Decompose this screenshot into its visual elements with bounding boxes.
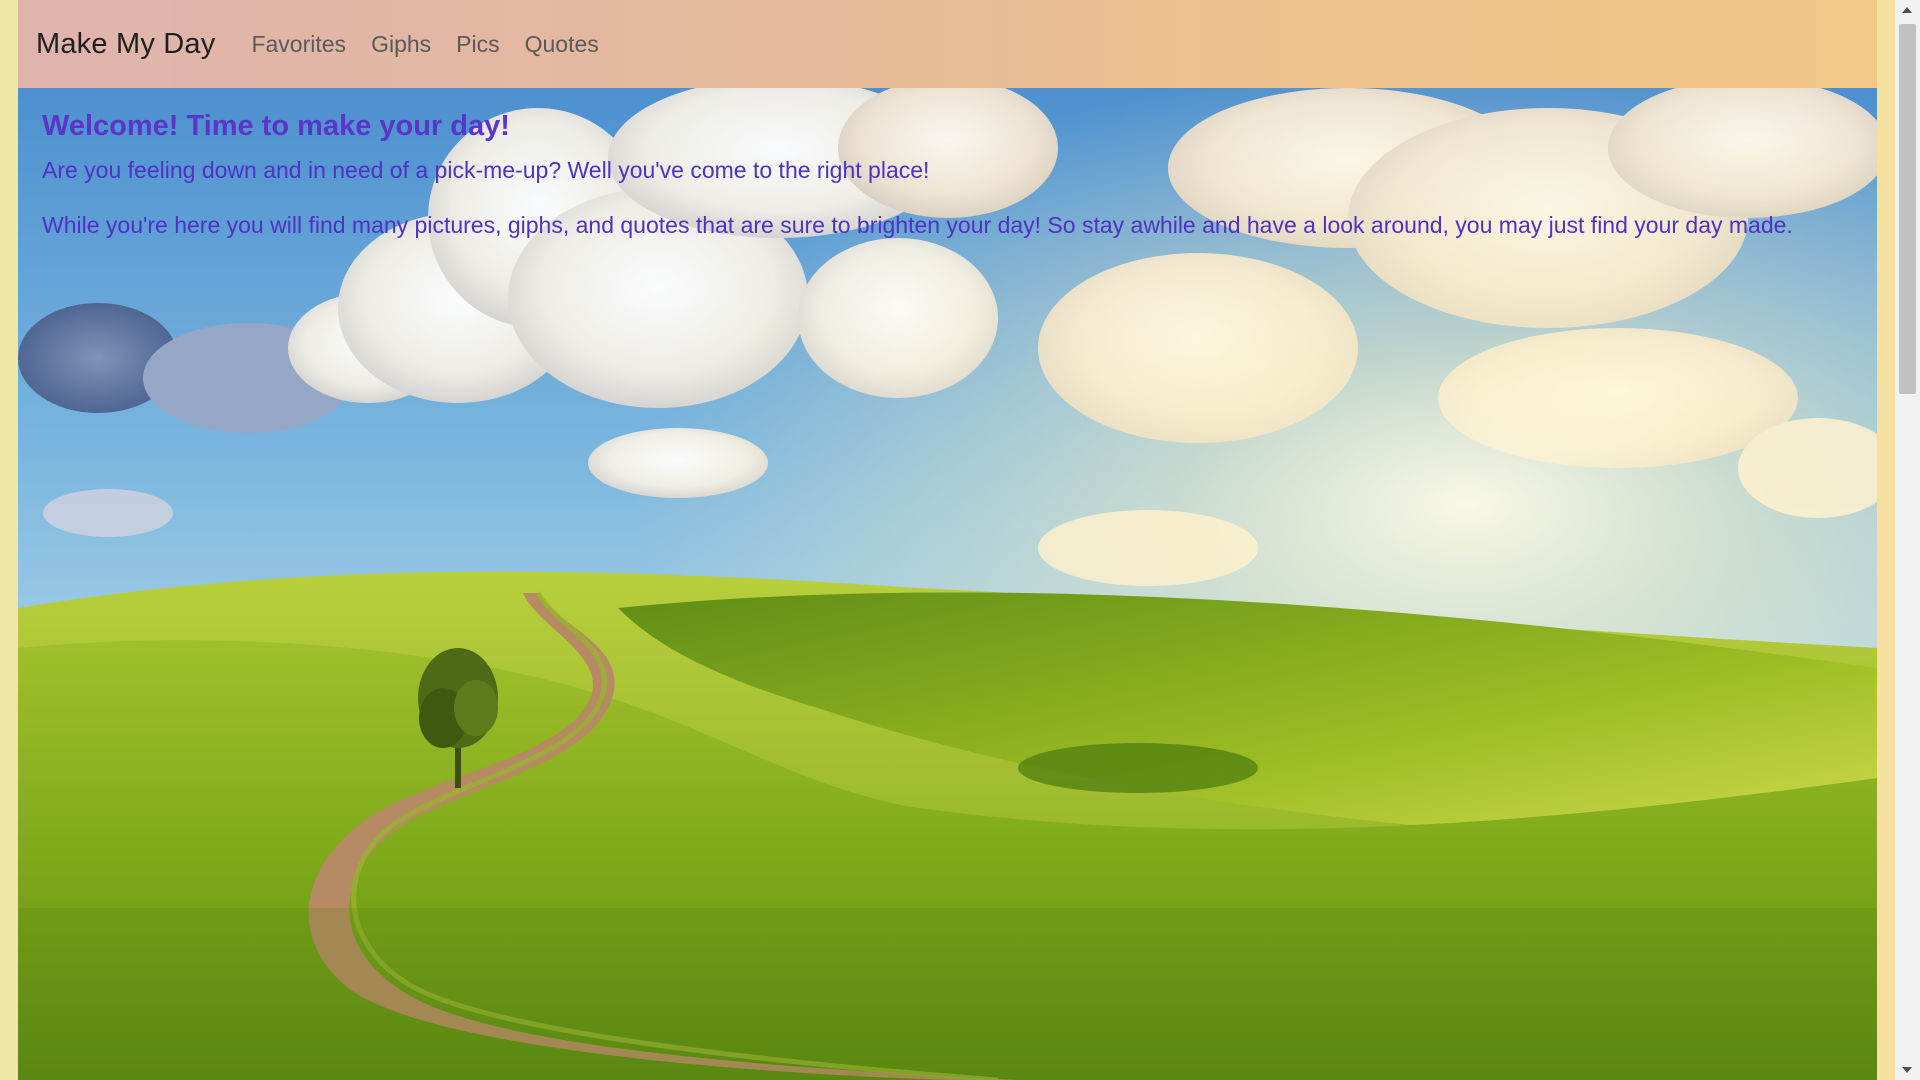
page: Make My Day Favorites Giphs Pics Quotes bbox=[18, 0, 1877, 1080]
nav-link-quotes[interactable]: Quotes bbox=[525, 31, 599, 58]
hero-section: Welcome! Time to make your day! Are you … bbox=[18, 88, 1877, 1080]
nav-link-favorites[interactable]: Favorites bbox=[251, 31, 346, 58]
hero-paragraph-1: Are you feeling down and in need of a pi… bbox=[42, 157, 930, 183]
navbar: Make My Day Favorites Giphs Pics Quotes bbox=[18, 0, 1877, 88]
scroll-up-arrow-icon[interactable] bbox=[1902, 7, 1912, 13]
nav-link-giphs[interactable]: Giphs bbox=[371, 31, 431, 58]
scroll-down-arrow-icon[interactable] bbox=[1902, 1067, 1912, 1073]
vertical-scrollbar[interactable] bbox=[1895, 0, 1920, 1080]
hero-title: Welcome! Time to make your day! bbox=[42, 110, 510, 142]
hero-paragraph-2: While you're here you will find many pic… bbox=[42, 211, 1793, 238]
brand-link[interactable]: Make My Day bbox=[36, 28, 215, 61]
nav-link-pics[interactable]: Pics bbox=[456, 31, 499, 58]
hero-content: Welcome! Time to make your day! Are you … bbox=[42, 110, 1853, 266]
scroll-thumb[interactable] bbox=[1899, 24, 1916, 394]
